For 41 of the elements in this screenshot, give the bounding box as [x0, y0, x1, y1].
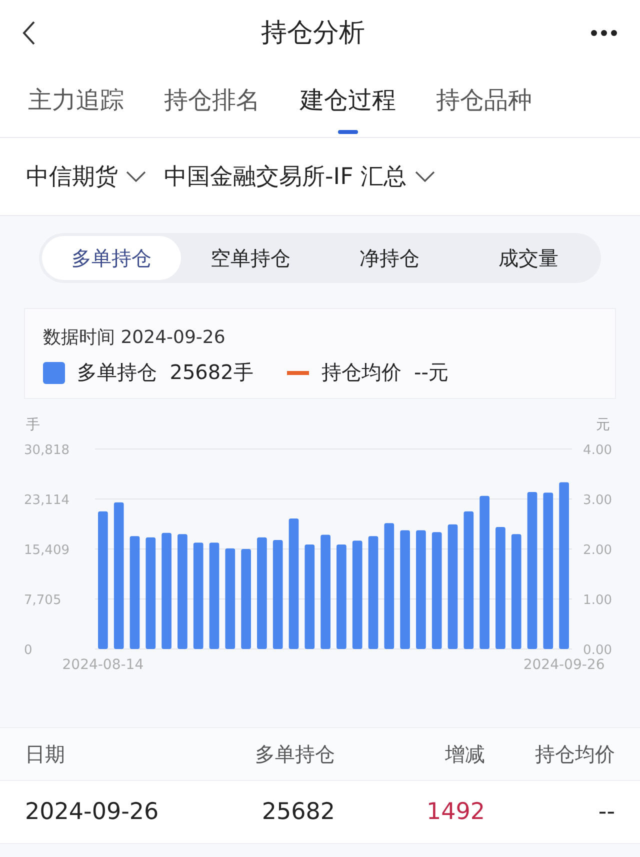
legend-label: 持仓均价 --元: [321, 359, 448, 386]
page-title: 持仓分析: [261, 17, 365, 50]
column-header: 多单持仓: [254, 740, 335, 768]
back-icon[interactable]: [22, 20, 36, 46]
axis-label: 15,409: [24, 543, 70, 558]
axis-unit: 手: [26, 417, 40, 433]
axis-label: 2024-08-14: [62, 657, 144, 673]
segment-tab[interactable]: 多单持仓: [42, 236, 181, 280]
segment-tab[interactable]: 净持仓: [320, 236, 459, 280]
axis-label: 23,114: [24, 493, 70, 508]
filter-dropdown[interactable]: 中信期货: [26, 161, 146, 192]
segment-tab[interactable]: 空单持仓: [181, 236, 320, 280]
axis-label: 3.00: [583, 493, 612, 508]
axis-label: 0: [24, 643, 32, 658]
column-header: 增减: [444, 740, 485, 768]
segment-tab[interactable]: 成交量: [459, 236, 598, 280]
axis-label: 7,705: [24, 593, 62, 608]
column-header: 日期: [25, 740, 66, 768]
tab[interactable]: 持仓排名: [164, 68, 260, 134]
more-icon[interactable]: [590, 28, 618, 36]
filter-dropdown[interactable]: 中国金融交易所-IF 汇总: [164, 161, 435, 192]
axis-label: 2024-09-26: [523, 657, 605, 673]
tab[interactable]: 主力追踪: [28, 68, 124, 134]
axis-label: 1.00: [583, 593, 612, 608]
table-cell-text: 1492: [425, 799, 485, 825]
data-date: 数据时间 2024-09-26: [43, 326, 226, 349]
axis-label: 4.00: [583, 443, 612, 458]
table-row[interactable]: 2024-09-26 25682 1492 --: [0, 781, 640, 844]
tab[interactable]: 建仓过程: [300, 68, 396, 134]
tab[interactable]: 持仓品种: [436, 68, 532, 134]
axis-unit: 元: [596, 417, 610, 433]
chevron-down-icon: [126, 170, 146, 182]
table-cell-text: --: [597, 799, 615, 825]
chevron-down-icon: [414, 170, 435, 182]
column-header: 持仓均价: [534, 740, 615, 768]
table-cell-text: 2024-09-26: [25, 799, 160, 825]
axis-label: 30,818: [24, 443, 70, 458]
legend-label: 多单持仓 25682手: [77, 359, 254, 386]
table-cell-text: 25682: [260, 799, 335, 825]
axis-label: 0.00: [583, 643, 612, 658]
axis-label: 2.00: [583, 543, 612, 558]
